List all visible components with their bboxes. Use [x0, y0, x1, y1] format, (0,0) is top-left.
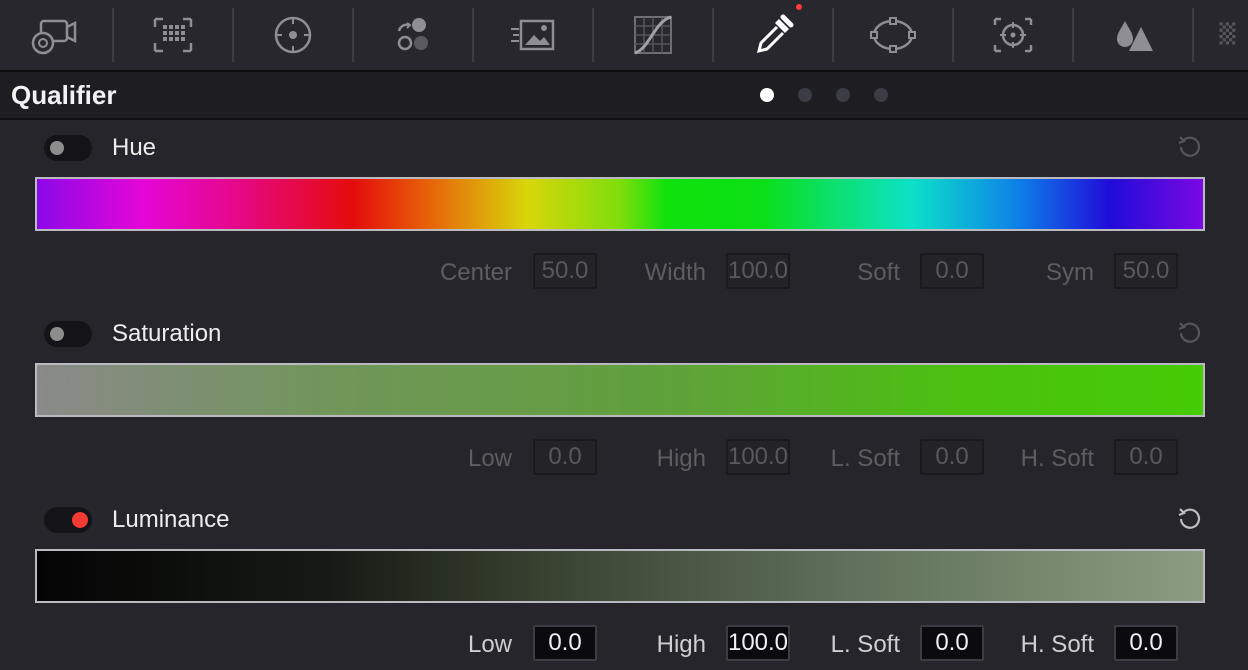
- key-tool[interactable]: [1210, 0, 1248, 70]
- camera-raw-tool[interactable]: [0, 0, 112, 70]
- color-wheels-tool[interactable]: [234, 0, 352, 70]
- window-power-icon: [870, 17, 916, 53]
- luminance-hsoft-label: H. Soft: [1020, 631, 1094, 658]
- hue-center-label: Center: [439, 259, 512, 286]
- page-indicator-4[interactable]: [874, 88, 888, 102]
- blur-tool[interactable]: [1074, 0, 1192, 70]
- hue-reset-icon[interactable]: [1175, 132, 1205, 162]
- curves-tool[interactable]: [594, 0, 712, 70]
- luminance-label: Luminance: [112, 506, 230, 533]
- saturation-hsoft-field[interactable]: 0.0: [1114, 439, 1178, 475]
- panel-header: Qualifier: [0, 72, 1248, 120]
- hue-width-field[interactable]: 100.0: [726, 253, 790, 289]
- hue-center-field[interactable]: 50.0: [533, 253, 597, 289]
- luminance-hsoft-field[interactable]: 0.0: [1114, 625, 1178, 661]
- hue-label: Hue: [112, 134, 157, 161]
- page-indicator-3[interactable]: [836, 88, 850, 102]
- toolbar-separator: [1192, 8, 1194, 62]
- saturation-low-label: Low: [467, 445, 512, 472]
- hue-width-label: Width: [644, 259, 706, 286]
- panel-title: Qualifier: [11, 80, 117, 110]
- saturation-high-field[interactable]: 100.0: [726, 439, 790, 475]
- saturation-lsoft-label: L. Soft: [830, 445, 900, 472]
- luminance-high-label: High: [656, 631, 706, 658]
- hue-soft-field[interactable]: 0.0: [920, 253, 984, 289]
- saturation-enable-toggle[interactable]: [44, 321, 92, 347]
- qualifier-tool[interactable]: [714, 0, 832, 70]
- tracker-tool[interactable]: [954, 0, 1072, 70]
- saturation-label: Saturation: [112, 320, 222, 347]
- luminance-reset-icon[interactable]: [1175, 504, 1205, 534]
- luminance-range-bar[interactable]: [35, 549, 1205, 603]
- camera-raw-icon: [31, 19, 77, 55]
- rgb-mixer-tool[interactable]: [354, 0, 472, 70]
- motion-effects-icon: [511, 19, 555, 51]
- luminance-lsoft-field[interactable]: 0.0: [920, 625, 984, 661]
- saturation-reset-icon[interactable]: [1175, 318, 1205, 348]
- qualifier-eyedropper-icon: [756, 14, 794, 54]
- tracker-icon: [993, 17, 1033, 53]
- page-indicator-2[interactable]: [798, 88, 812, 102]
- curves-icon: [634, 15, 672, 55]
- color-match-tool[interactable]: [114, 0, 232, 70]
- notification-dot: [796, 4, 802, 10]
- page-indicator-1[interactable]: [760, 88, 774, 102]
- saturation-hsoft-label: H. Soft: [1020, 445, 1094, 472]
- luminance-lsoft-label: L. Soft: [830, 631, 900, 658]
- toggle-knob: [72, 512, 88, 528]
- motion-effects-tool[interactable]: [474, 0, 592, 70]
- saturation-range-bar[interactable]: [35, 363, 1205, 417]
- key-icon: [1219, 22, 1236, 45]
- saturation-lsoft-field[interactable]: 0.0: [920, 439, 984, 475]
- luminance-high-field[interactable]: 100.0: [726, 625, 790, 661]
- hue-range-bar[interactable]: [35, 177, 1205, 231]
- color-wheels-icon: [274, 16, 312, 54]
- saturation-low-field[interactable]: 0.0: [533, 439, 597, 475]
- toolbar: [0, 0, 1248, 72]
- window-tool[interactable]: [834, 0, 952, 70]
- toggle-knob: [50, 327, 64, 341]
- luminance-enable-toggle[interactable]: [44, 507, 92, 533]
- rgb-mixer-icon: [397, 18, 428, 51]
- toggle-knob: [50, 141, 64, 155]
- hue-sym-field[interactable]: 50.0: [1114, 253, 1178, 289]
- luminance-low-label: Low: [467, 631, 512, 658]
- color-match-icon: [153, 17, 193, 53]
- blur-icon: [1117, 21, 1153, 51]
- saturation-high-label: High: [656, 445, 706, 472]
- luminance-low-field[interactable]: 0.0: [533, 625, 597, 661]
- hue-enable-toggle[interactable]: [44, 135, 92, 161]
- hue-soft-label: Soft: [857, 259, 900, 286]
- hue-sym-label: Sym: [1046, 259, 1094, 286]
